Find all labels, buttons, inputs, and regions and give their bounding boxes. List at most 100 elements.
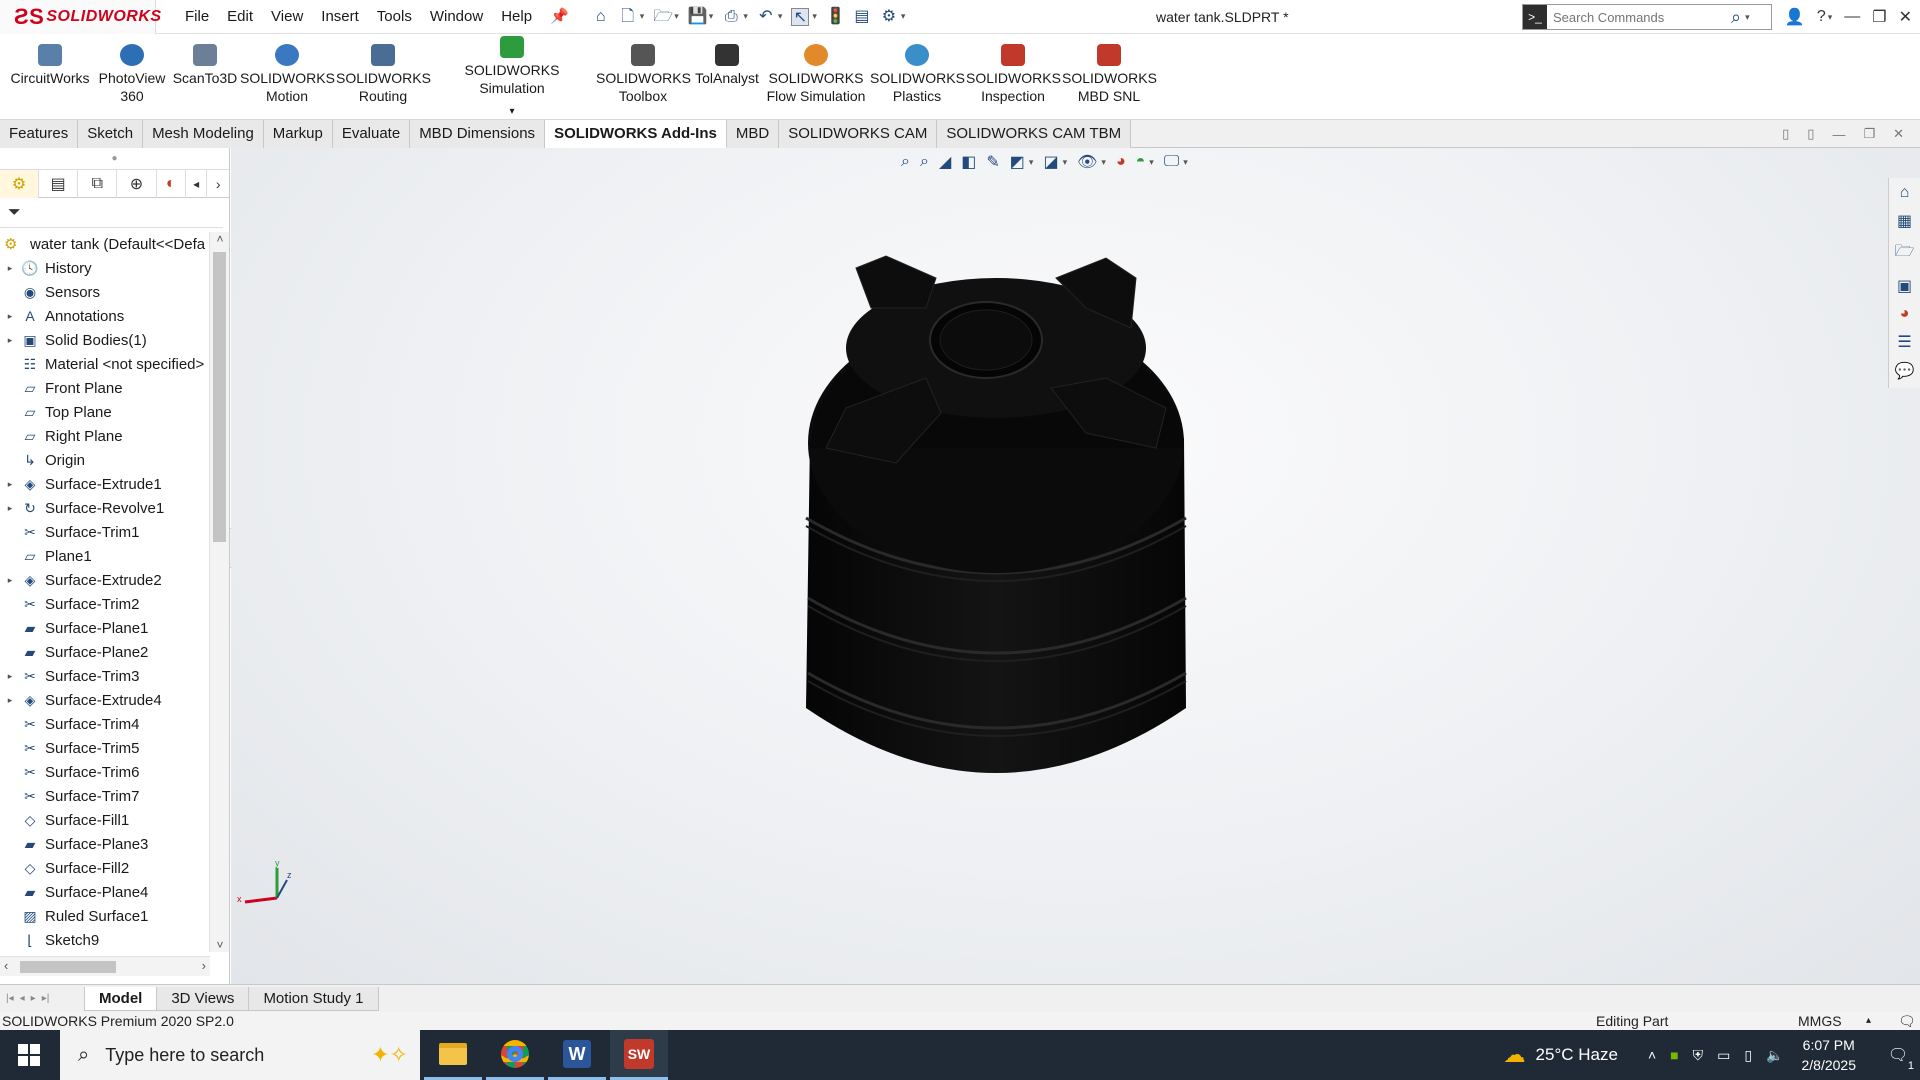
tree-item[interactable]: ☷ Material <not specified>: [0, 352, 210, 376]
zoom-to-area-icon[interactable]: ⌕: [920, 153, 929, 171]
solidworks-logo[interactable]: ƧS SOLIDWORKS: [0, 0, 161, 34]
close-icon[interactable]: ✕: [1899, 7, 1912, 27]
tree-item[interactable]: ▰ Surface-Plane1: [0, 616, 210, 640]
chevron-down-icon[interactable]: ▾: [709, 11, 714, 22]
cmd-flow-simulation[interactable]: SOLIDWORKS Flow Simulation: [764, 44, 868, 105]
tab-mbd[interactable]: MBD: [726, 120, 780, 148]
tab-evaluate[interactable]: Evaluate: [332, 120, 411, 148]
dimxpert-tab-icon[interactable]: ⊕: [117, 169, 157, 198]
cmd-solidworks-plastics[interactable]: SOLIDWORKS Plastics: [870, 44, 965, 105]
file-properties-icon[interactable]: ▤: [853, 8, 871, 26]
tree-item[interactable]: ◇ Surface-Fill1: [0, 808, 210, 832]
tree-vertical-scrollbar[interactable]: ˄ ˅: [209, 232, 229, 952]
prev-tab-icon[interactable]: ◂: [20, 993, 25, 1004]
tab-motion-study-1[interactable]: Motion Study 1: [248, 986, 379, 1011]
user-icon[interactable]: 👤: [1785, 7, 1805, 27]
tree-item[interactable]: ✂ Surface-Trim6: [0, 760, 210, 784]
section-view-icon[interactable]: ◧: [961, 152, 976, 172]
cmd-solidworks-inspection[interactable]: SOLIDWORKS Inspection: [966, 44, 1061, 105]
view-settings-icon[interactable]: 🖵: [1164, 153, 1179, 171]
tab-solidworks-cam[interactable]: SOLIDWORKS CAM: [779, 120, 938, 148]
tree-item[interactable]: ▰ Surface-Plane3: [0, 832, 210, 856]
tree-item[interactable]: ▸ ◈ Surface-Extrude1: [0, 472, 210, 496]
tree-horizontal-scrollbar[interactable]: ‹ ›: [0, 956, 210, 976]
cmd-tolanalyst[interactable]: TolAnalyst: [692, 44, 762, 87]
last-tab-icon[interactable]: ▸|: [42, 993, 50, 1004]
chevron-down-icon[interactable]: ▾: [1063, 157, 1068, 168]
select-icon[interactable]: ↖: [791, 7, 810, 26]
tab-model[interactable]: Model: [84, 986, 158, 1011]
configuration-manager-tab-icon[interactable]: ⧉: [78, 169, 118, 198]
expand-arrow-icon[interactable]: ▸: [0, 311, 20, 322]
cmd-solidworks-motion[interactable]: SOLIDWORKS Motion: [240, 44, 335, 105]
tab-3d-views[interactable]: 3D Views: [156, 986, 250, 1011]
menu-file[interactable]: File: [176, 0, 218, 34]
weather-widget[interactable]: ☁ 25°C Haze: [1504, 1042, 1618, 1068]
doc-restore-icon[interactable]: ❐: [1863, 126, 1875, 142]
previous-view-icon[interactable]: ◢: [939, 152, 951, 172]
chevron-down-icon[interactable]: ▾: [674, 11, 679, 22]
open-icon[interactable]: 🗁: [653, 8, 673, 26]
cmd-photoview-360[interactable]: PhotoView 360: [94, 44, 170, 105]
help-icon[interactable]: ?: [1817, 8, 1826, 26]
tree-item[interactable]: ▨ Ruled Surface1: [0, 904, 210, 928]
design-library-icon[interactable]: ▦: [1897, 211, 1912, 231]
windows-start-button[interactable]: [0, 1030, 58, 1080]
chevron-down-icon[interactable]: ▾: [432, 103, 592, 121]
chevron-down-icon[interactable]: ▾: [640, 11, 645, 22]
solidworks-resources-home-icon[interactable]: ⌂: [1900, 184, 1910, 202]
home-icon[interactable]: ⌂: [592, 8, 610, 26]
tab-solidworks-cam-tbm[interactable]: SOLIDWORKS CAM TBM: [937, 120, 1132, 148]
menu-insert[interactable]: Insert: [312, 0, 368, 34]
tree-item[interactable]: ▸ 🕓 History: [0, 256, 210, 280]
tab-sketch[interactable]: Sketch: [78, 120, 144, 148]
expand-arrow-icon[interactable]: ▸: [0, 263, 20, 274]
tree-item[interactable]: ✂ Surface-Trim1: [0, 520, 210, 544]
tree-item[interactable]: ◉ Sensors: [0, 280, 210, 304]
tab-markup[interactable]: Markup: [263, 120, 333, 148]
cmd-scanto3d[interactable]: ScanTo3D: [170, 44, 240, 87]
scroll-left-icon[interactable]: ‹: [4, 958, 8, 973]
tree-item[interactable]: ✂ Surface-Trim5: [0, 736, 210, 760]
forum-icon[interactable]: 💬: [1895, 361, 1915, 381]
battery-icon[interactable]: ▯: [1744, 1047, 1752, 1064]
expand-arrow-icon[interactable]: ▸: [0, 335, 20, 346]
tab-mbd-dimensions[interactable]: MBD Dimensions: [410, 120, 546, 148]
menu-help[interactable]: Help: [492, 0, 541, 34]
windows-security-icon[interactable]: ⛨: [1693, 1047, 1704, 1064]
file-explorer-icon[interactable]: 🗁: [1895, 240, 1915, 267]
taskbar-search-box[interactable]: ⌕ Type here to search ✦✧: [60, 1030, 420, 1080]
restore-icon[interactable]: ❐: [1872, 7, 1886, 27]
chevron-down-icon[interactable]: ▾: [1828, 12, 1833, 23]
tree-item[interactable]: ✂ Surface-Trim4: [0, 712, 210, 736]
new-document-icon[interactable]: 🗋: [619, 8, 637, 26]
tab-features[interactable]: Features: [0, 120, 79, 148]
tree-item[interactable]: ⌊ Sketch9: [0, 928, 210, 952]
tile-left-icon[interactable]: ▯: [1782, 126, 1789, 142]
display-icon[interactable]: ▭: [1717, 1047, 1730, 1064]
print-icon[interactable]: ⎙: [722, 8, 740, 26]
chevron-down-icon[interactable]: ▾: [743, 11, 748, 22]
appearances-icon[interactable]: ◕: [1900, 305, 1910, 323]
search-icon[interactable]: ⌕: [1731, 7, 1741, 28]
chevron-down-icon[interactable]: ▾: [1183, 157, 1188, 168]
chevron-down-icon[interactable]: ▾: [1745, 12, 1750, 23]
chevron-down-icon[interactable]: ▾: [901, 11, 906, 22]
custom-properties-icon[interactable]: ☰: [1897, 332, 1911, 352]
cmd-solidworks-simulation[interactable]: SOLIDWORKS Simulation ▾: [432, 36, 592, 121]
display-style-icon[interactable]: ◪: [1043, 152, 1058, 172]
save-icon[interactable]: 💾: [688, 8, 708, 26]
nvidia-icon[interactable]: ■: [1670, 1047, 1678, 1063]
expand-arrow-icon[interactable]: ▸: [0, 503, 20, 514]
taskbar-word[interactable]: W: [548, 1030, 606, 1080]
chevron-left-icon[interactable]: ◂: [186, 169, 208, 198]
doc-minimize-icon[interactable]: —: [1832, 127, 1845, 142]
tree-item[interactable]: ▱ Front Plane: [0, 376, 210, 400]
scroll-up-icon[interactable]: ˄: [210, 232, 230, 246]
tree-item[interactable]: ▸ ✂ Surface-Trim3: [0, 664, 210, 688]
scrollbar-thumb[interactable]: [213, 252, 226, 542]
panel-grip[interactable]: ●: [0, 148, 229, 170]
search-commands-box[interactable]: >_ ⌕ ▾: [1522, 4, 1772, 30]
expand-arrow-icon[interactable]: ▸: [0, 575, 20, 586]
tree-root[interactable]: ⚙ water tank (Default<<Defa: [0, 232, 205, 256]
